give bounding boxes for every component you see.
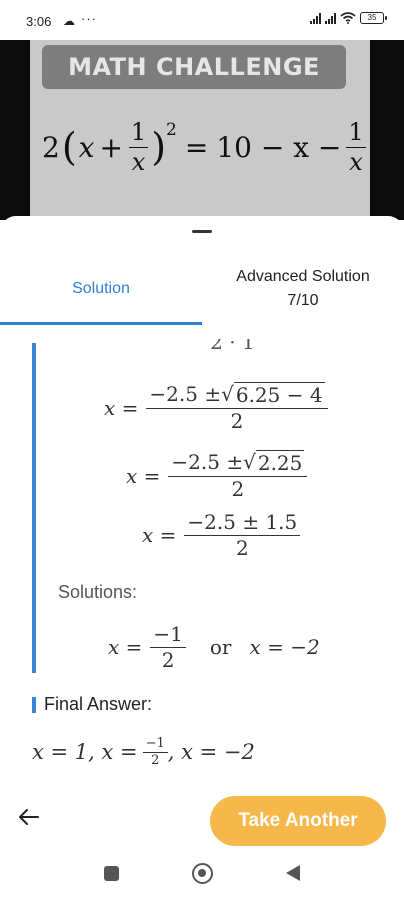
back-arrow-icon[interactable] bbox=[14, 803, 42, 831]
status-time: 3:06 bbox=[26, 14, 52, 29]
more-notifications-icon: ··· bbox=[81, 11, 97, 26]
tab-advanced-solution[interactable]: Advanced Solution 7/10 bbox=[202, 252, 404, 325]
partial-den: 2 · 1 bbox=[112, 339, 352, 354]
step2-radicand: 2.25 bbox=[255, 450, 305, 475]
partial-step: x − 2 · 1 bbox=[72, 339, 352, 354]
step3-num: −2.5 ± 1.5 bbox=[187, 510, 298, 534]
wifi-icon bbox=[340, 12, 356, 24]
step2-sqrt: √ 2.25 bbox=[243, 450, 305, 475]
recent-apps-icon[interactable] bbox=[104, 866, 119, 881]
steps-accent-bar bbox=[32, 343, 36, 673]
eq-frac-den: x bbox=[128, 147, 149, 176]
step2-num: −2.5 ±√ 2.25 bbox=[168, 450, 307, 476]
final-accent-bar bbox=[32, 697, 36, 713]
step1-frac: −2.5 ±√ 6.25 − 4 2 bbox=[146, 382, 328, 433]
step2-num-a: −2.5 ± bbox=[171, 450, 244, 474]
step3-lhs: x = bbox=[142, 523, 177, 547]
tab-solution[interactable]: Solution bbox=[0, 252, 202, 325]
eq-x: x bbox=[78, 130, 95, 164]
eq-frac: 1 x bbox=[128, 118, 149, 176]
step-1: x = −2.5 ±√ 6.25 − 4 2 bbox=[104, 382, 328, 433]
solution-sheet: Solution Advanced Solution 7/10 x − 2 · … bbox=[0, 216, 404, 900]
system-nav-bar bbox=[0, 848, 404, 900]
eq-coef: 2 bbox=[42, 130, 60, 164]
final-part1: x = 1, x = bbox=[32, 740, 138, 764]
cloud-icon: ☁ bbox=[63, 14, 75, 28]
step3-den: 2 bbox=[184, 535, 301, 560]
solutions-frac: −1 2 bbox=[150, 622, 186, 672]
active-tab-indicator bbox=[0, 322, 202, 325]
eq-rhs-frac: 1 x bbox=[345, 118, 366, 176]
status-bar: 3:06 ☁ ··· 35 bbox=[0, 0, 404, 40]
status-indicators: 35 bbox=[310, 12, 387, 24]
home-icon[interactable] bbox=[192, 863, 213, 884]
solution-steps[interactable]: x − 2 · 1 x = −2.5 ±√6.25 − 4 2 x = −2.5… bbox=[0, 339, 404, 681]
eq-frac-num: 1 bbox=[130, 118, 147, 146]
eq-rhs: 10 − x − bbox=[216, 130, 342, 164]
solutions-label: Solutions: bbox=[58, 582, 138, 602]
captured-photo: MATH CHALLENGE 2 ( x + 1 x ) 2 = 10 − x … bbox=[0, 40, 404, 220]
signal-icon bbox=[310, 12, 321, 24]
step1-num: −2.5 ±√ 6.25 − 4 bbox=[146, 382, 327, 408]
step3-frac: −2.5 ± 1.5 2 bbox=[184, 510, 301, 560]
solutions-den: 2 bbox=[150, 647, 186, 672]
final-answer-label: Final Answer: bbox=[44, 694, 153, 714]
eq-power: 2 bbox=[166, 120, 177, 140]
final-frac-num: −1 bbox=[145, 736, 165, 751]
step1-lhs: x = bbox=[104, 395, 139, 420]
final-frac-den: 2 bbox=[142, 752, 168, 768]
final-part2: , x = −2 bbox=[167, 740, 255, 764]
final-frac: −1 2 bbox=[142, 736, 168, 768]
step1-radicand: 6.25 − 4 bbox=[233, 382, 325, 407]
eq-rparen: ) bbox=[151, 125, 167, 169]
photo-title: MATH CHALLENGE bbox=[42, 45, 346, 89]
step2-den: 2 bbox=[168, 476, 308, 501]
step2-lhs: x = bbox=[126, 463, 161, 488]
partial-lhs: x − bbox=[72, 339, 106, 341]
step1-num-a: −2.5 ± bbox=[149, 382, 222, 406]
step2-frac: −2.5 ±√ 2.25 2 bbox=[168, 450, 308, 501]
solutions-num: −1 bbox=[153, 622, 183, 646]
step-3: x = −2.5 ± 1.5 2 bbox=[142, 510, 301, 560]
take-another-button[interactable]: Take Another bbox=[210, 796, 386, 846]
final-answer: x = 1, x = −1 2 , x = −2 bbox=[32, 736, 255, 768]
eq-lparen: ( bbox=[61, 125, 77, 169]
tab-bar: Solution Advanced Solution 7/10 bbox=[0, 252, 404, 325]
solutions-rhs: x = −2 bbox=[249, 635, 320, 659]
tab-solution-label: Solution bbox=[72, 279, 130, 297]
signal-icon-2 bbox=[325, 12, 336, 24]
eq-rhs-frac-den: x bbox=[346, 147, 366, 176]
eq-plus: + bbox=[99, 130, 123, 164]
solutions-lhs: x = bbox=[108, 635, 143, 659]
battery-icon: 35 bbox=[360, 12, 387, 24]
step-2: x = −2.5 ±√ 2.25 2 bbox=[126, 450, 308, 501]
step1-sqrt: √ 6.25 − 4 bbox=[221, 382, 325, 407]
solutions-row: x = −1 2 or x = −2 bbox=[108, 622, 320, 672]
drag-handle[interactable] bbox=[192, 230, 212, 233]
photo-equation: 2 ( x + 1 x ) 2 = 10 − x − 1 x bbox=[42, 118, 367, 176]
paper: MATH CHALLENGE 2 ( x + 1 x ) 2 = 10 − x … bbox=[30, 40, 370, 220]
eq-rhs-frac-num: 1 bbox=[348, 118, 364, 146]
step1-den: 2 bbox=[146, 408, 328, 433]
eq-equals: = bbox=[184, 130, 209, 164]
solutions-or: or bbox=[209, 635, 232, 659]
tab-advanced-label: Advanced Solution bbox=[236, 267, 370, 285]
tab-advanced-count: 7/10 bbox=[287, 291, 319, 309]
back-triangle-icon[interactable] bbox=[286, 865, 300, 881]
